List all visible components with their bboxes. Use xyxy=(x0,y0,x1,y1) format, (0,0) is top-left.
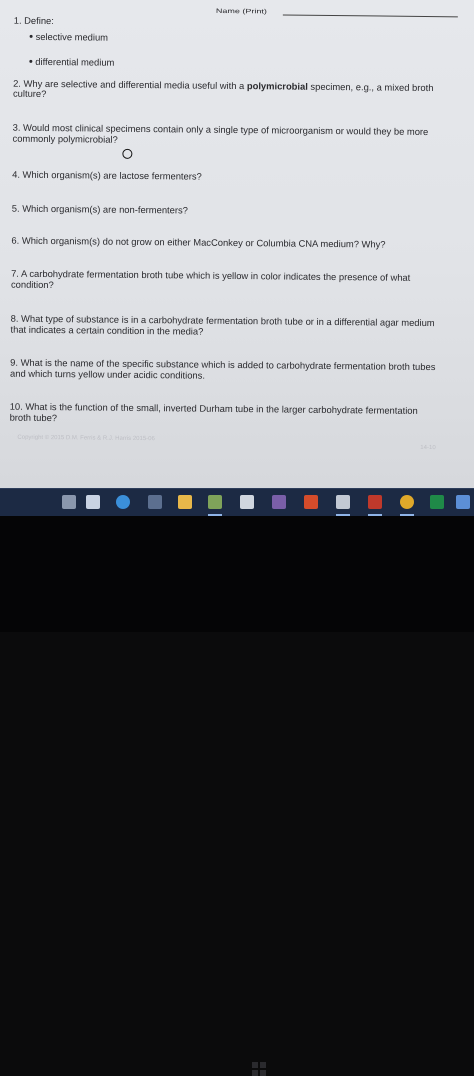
settings-icon[interactable] xyxy=(240,495,254,509)
powerpoint-icon[interactable] xyxy=(304,495,318,509)
copyright-text: Copyright © 2015 D.M. Ferris & R.J. Harr… xyxy=(17,434,155,443)
bullet-icon xyxy=(29,59,33,63)
page-number: 14-10 xyxy=(420,444,436,452)
desktop-icon[interactable] xyxy=(456,495,470,509)
mail-icon[interactable] xyxy=(336,495,350,509)
question-7-line-1: 7. A carbohydrate fermentation broth tub… xyxy=(11,267,411,283)
search-icon[interactable] xyxy=(62,495,76,509)
monitor-screen: Name (Print) 1. Define: selective medium… xyxy=(0,0,474,488)
question-3-line-2: commonly polymicrobial? xyxy=(12,132,118,145)
q1-item-1: selective medium xyxy=(35,30,109,43)
file-explorer-icon[interactable] xyxy=(178,495,192,509)
worksheet-document: Name (Print) 1. Define: selective medium… xyxy=(0,0,474,457)
question-4: 4. Which organism(s) are lactose ferment… xyxy=(12,168,202,182)
taskbar xyxy=(0,488,474,517)
excel-icon[interactable] xyxy=(430,495,444,509)
bullet-icon xyxy=(29,34,33,38)
question-2-line-1: 2. Why are selective and differential me… xyxy=(13,77,434,94)
question-2-line-2: culture? xyxy=(12,87,47,100)
name-label: Name (Print) xyxy=(215,7,267,15)
edge-icon[interactable] xyxy=(116,495,130,509)
store-icon[interactable] xyxy=(148,495,162,509)
question-5: 5. Which organism(s) are non-fermenters? xyxy=(11,202,188,216)
question-9-line-2: and which turns yellow under acidic cond… xyxy=(10,367,206,381)
question-6: 6. Which organism(s) do not grow on eith… xyxy=(11,234,386,250)
cursor-circle xyxy=(122,148,133,159)
question-8-line-2: that indicates a certain condition in th… xyxy=(10,323,204,337)
question-1: 1. Define: xyxy=(13,14,54,27)
name-line xyxy=(282,14,458,18)
windows-logo-icon xyxy=(252,1062,266,1076)
shield-icon[interactable] xyxy=(368,495,382,509)
q1-item-2: differential medium xyxy=(35,55,115,68)
monitor-bezel xyxy=(0,516,474,1076)
question-7-line-2: condition? xyxy=(10,278,54,291)
photos-icon[interactable] xyxy=(208,495,222,509)
chrome-icon[interactable] xyxy=(400,495,414,509)
question-10-line-1: 10. What is the function of the small, i… xyxy=(9,400,418,416)
question-10-line-2: broth tube? xyxy=(9,411,58,424)
task-view-icon[interactable] xyxy=(86,495,100,509)
app-icon[interactable] xyxy=(272,495,286,509)
